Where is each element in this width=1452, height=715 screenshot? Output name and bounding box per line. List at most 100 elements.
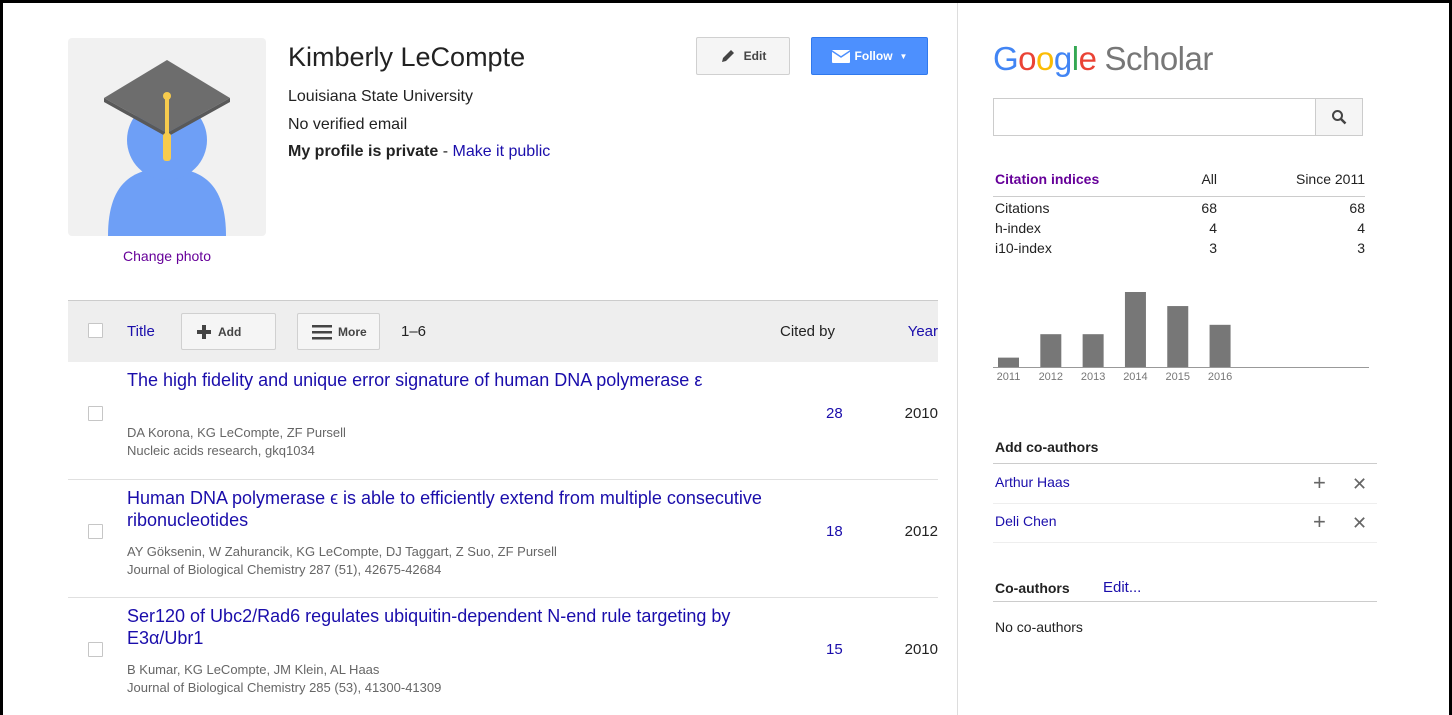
logo-letter: o [1018, 40, 1037, 77]
article-checkbox[interactable] [88, 524, 103, 539]
article-year: 2010 [904, 641, 938, 658]
profile-photo[interactable] [68, 38, 266, 236]
chart-bar-2016[interactable] [1209, 324, 1231, 367]
coauthor-separator [993, 503, 1377, 504]
suggested-coauthor-link[interactable]: Arthur Haas [995, 474, 1070, 490]
profile-name: Kimberly LeCompte [288, 42, 526, 72]
article-venue: Journal of Biological Chemistry 285 (53)… [127, 680, 442, 695]
logo-letter: e [1078, 40, 1097, 77]
metric-since: 68 [1349, 200, 1365, 216]
envelope-icon [831, 49, 850, 63]
cited-by-header: Cited by [780, 323, 836, 340]
profile-affiliation: Louisiana State University [288, 88, 473, 105]
default-avatar-icon [104, 60, 230, 236]
sort-by-title[interactable]: Title [127, 323, 155, 340]
add-coauthors-title: Add co-authors [995, 439, 1099, 455]
logo-letter: o [1036, 40, 1054, 77]
article-year: 2012 [904, 523, 938, 540]
add-article-button[interactable]: Add [181, 313, 276, 350]
chart-tick-label: 2011 [997, 371, 1021, 383]
article-range: 1–6 [401, 323, 427, 340]
coauthors-title: Co-authors [995, 580, 1070, 596]
chart-bar-2012[interactable] [1040, 334, 1062, 367]
citation-table-header: Citation indices All Since 2011 [993, 171, 1365, 197]
article-title-link[interactable]: The high fidelity and unique error signa… [127, 369, 767, 391]
logo-letter: g [1053, 40, 1072, 77]
metric-label: Citations [995, 200, 1050, 216]
add-label: Add [218, 324, 242, 339]
article-authors: DA Korona, KG LeCompte, ZF Pursell [127, 425, 346, 440]
logo-scholar-text: Scholar [1104, 40, 1213, 77]
follow-label: Follow [854, 49, 893, 63]
article-row: Ser120 of Ubc2/Rad6 regulates ubiquitin-… [68, 598, 938, 715]
article-checkbox[interactable] [88, 642, 103, 657]
article-row: Human DNA polymerase ϵ is able to effici… [68, 480, 938, 598]
privacy-status: My profile is private [288, 143, 439, 160]
suggested-coauthor-link[interactable]: Deli Chen [995, 513, 1056, 529]
metric-all: 3 [1209, 240, 1217, 256]
article-cited-by-link[interactable]: 28 [826, 405, 843, 422]
more-actions-button[interactable]: More [297, 313, 380, 350]
article-venue: Nucleic acids research, gkq1034 [127, 443, 315, 458]
search-input[interactable] [993, 98, 1315, 136]
chart-tick-label: 2016 [1208, 371, 1232, 383]
article-authors: B Kumar, KG LeCompte, JM Klein, AL Haas [127, 662, 380, 677]
articles-header: Title Add More 1–6 Cited by Year [68, 300, 938, 362]
citations-per-year-chart: 2011 2012 2013 2014 2015 2016 [993, 292, 1369, 383]
sort-by-year[interactable]: Year [908, 323, 938, 340]
search-icon [1332, 110, 1347, 125]
profile-privacy: My profile is private - Make it public [288, 143, 550, 161]
article-year: 2010 [904, 405, 938, 422]
plus-icon [197, 324, 211, 339]
logo-letter: G [993, 40, 1019, 77]
column-divider [957, 3, 958, 715]
article-authors: AY Göksenin, W Zahurancik, KG LeCompte, … [127, 544, 557, 559]
citation-row: i10-index 3 3 [993, 240, 1365, 260]
profile-email-status: No verified email [288, 116, 408, 133]
chart-bar-2015[interactable] [1167, 306, 1189, 367]
col-since-header: Since 2011 [1295, 171, 1365, 187]
edit-profile-button[interactable]: Edit [696, 37, 790, 75]
more-label: More [338, 324, 367, 339]
article-title-link[interactable]: Human DNA polymerase ϵ is able to effici… [127, 487, 767, 531]
citation-indices-link[interactable]: Citation indices [995, 171, 1099, 187]
dismiss-coauthor-close-icon[interactable]: ✕ [1352, 513, 1367, 533]
search-button[interactable] [1315, 98, 1363, 136]
article-cited-by-link[interactable]: 15 [826, 641, 843, 658]
menu-icon [312, 324, 332, 339]
metric-since: 4 [1357, 220, 1365, 236]
no-coauthors-text: No co-authors [995, 619, 1083, 635]
edit-label: Edit [743, 49, 767, 63]
chart-tick-label: 2014 [1123, 371, 1147, 383]
metric-label: h-index [995, 220, 1041, 236]
privacy-separator: - [438, 143, 453, 160]
add-coauthor-plus-icon[interactable]: + [1313, 511, 1326, 533]
citation-row: h-index 4 4 [993, 220, 1365, 240]
dismiss-coauthor-close-icon[interactable]: ✕ [1352, 474, 1367, 494]
chart-bar-2014[interactable] [1124, 292, 1146, 367]
citation-row: Citations 68 68 [993, 200, 1365, 220]
chart-bar-2011[interactable] [998, 357, 1019, 367]
citation-indices-table: Citation indices All Since 2011 Citation… [993, 171, 1365, 260]
article-venue: Journal of Biological Chemistry 287 (51)… [127, 562, 442, 577]
coauthor-separator [993, 542, 1377, 543]
logo-google-text: Google [993, 40, 1097, 77]
select-all-checkbox[interactable] [88, 323, 103, 338]
change-photo-link[interactable]: Change photo [68, 248, 266, 264]
follow-button[interactable]: Follow ▼ [811, 37, 928, 75]
chart-tick-label: 2013 [1081, 371, 1105, 383]
make-public-link[interactable]: Make it public [452, 143, 550, 160]
add-coauthor-plus-icon[interactable]: + [1313, 472, 1326, 494]
article-cited-by-link[interactable]: 18 [826, 523, 843, 540]
google-scholar-logo[interactable]: Google Scholar [993, 40, 1213, 78]
article-checkbox[interactable] [88, 406, 103, 421]
edit-coauthors-link[interactable]: Edit... [1103, 579, 1141, 596]
metric-all: 68 [1201, 200, 1217, 216]
chart-tick-label: 2012 [1039, 371, 1063, 383]
logo-letter: l [1071, 40, 1079, 77]
metric-since: 3 [1357, 240, 1365, 256]
article-title-link[interactable]: Ser120 of Ubc2/Rad6 regulates ubiquitin-… [127, 605, 767, 649]
chart-tick-label: 2015 [1166, 371, 1190, 383]
chart-bar-2013[interactable] [1082, 334, 1104, 367]
pencil-icon [721, 50, 734, 62]
